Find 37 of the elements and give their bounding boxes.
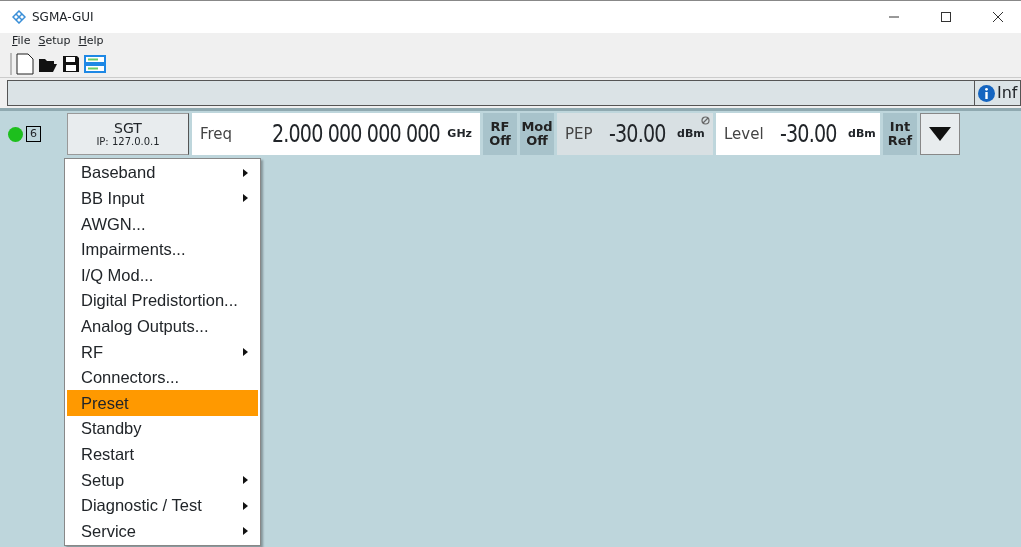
menu-item[interactable]: RF xyxy=(67,339,258,365)
menu-item[interactable]: Digital Predistortion... xyxy=(67,287,258,314)
frequency-field[interactable]: Freq 2.000 000 000 000 GHz xyxy=(192,113,480,155)
menu-item[interactable]: Restart xyxy=(67,441,258,468)
rf-button[interactable]: RF Off xyxy=(483,113,517,155)
menu-item[interactable]: Analog Outputs... xyxy=(67,313,258,340)
close-icon xyxy=(993,12,1003,22)
menu-item[interactable]: Baseband xyxy=(67,160,258,186)
menu-item[interactable]: I/Q Mod... xyxy=(67,262,258,288)
instrument-list-icon[interactable] xyxy=(84,54,106,73)
caret-icon xyxy=(929,127,951,141)
mod-button[interactable]: Mod Off xyxy=(520,113,554,155)
menu-item[interactable]: Standby xyxy=(67,415,258,442)
pep-field[interactable]: PEP -30.00 dBm xyxy=(557,113,713,155)
menu-item[interactable]: Impairments... xyxy=(67,236,258,263)
info-icon xyxy=(978,84,995,102)
menu-item[interactable]: Preset xyxy=(67,390,258,416)
maximize-icon xyxy=(941,12,951,22)
save-icon[interactable] xyxy=(62,54,80,73)
level-field[interactable]: Level -30.00 dBm xyxy=(716,113,880,155)
menu-item[interactable]: Setup xyxy=(38,33,71,50)
instrument-count: 6 xyxy=(26,126,41,142)
menu-item[interactable]: BB Input xyxy=(67,185,258,212)
dropdown-button[interactable] xyxy=(920,113,960,155)
menu-item[interactable]: Setup xyxy=(67,467,258,493)
app-logo-icon xyxy=(12,10,26,24)
disabled-icon xyxy=(701,116,710,125)
menu-item[interactable]: Diagnostic / Test xyxy=(67,492,258,519)
reference-button[interactable]: Int Ref xyxy=(883,113,917,155)
menu-item[interactable]: Service xyxy=(67,518,258,544)
window-title: SGMA-GUI xyxy=(32,9,94,26)
menu-item[interactable]: Help xyxy=(78,33,104,50)
menu-item[interactable]: AWGN... xyxy=(67,211,258,237)
instrument-button[interactable]: SGT IP: 127.0.0.1 xyxy=(67,113,189,155)
info-button[interactable]: Inf xyxy=(975,80,1021,106)
menu-item[interactable]: Connectors... xyxy=(67,364,258,391)
menu-item[interactable]: File xyxy=(12,33,31,50)
